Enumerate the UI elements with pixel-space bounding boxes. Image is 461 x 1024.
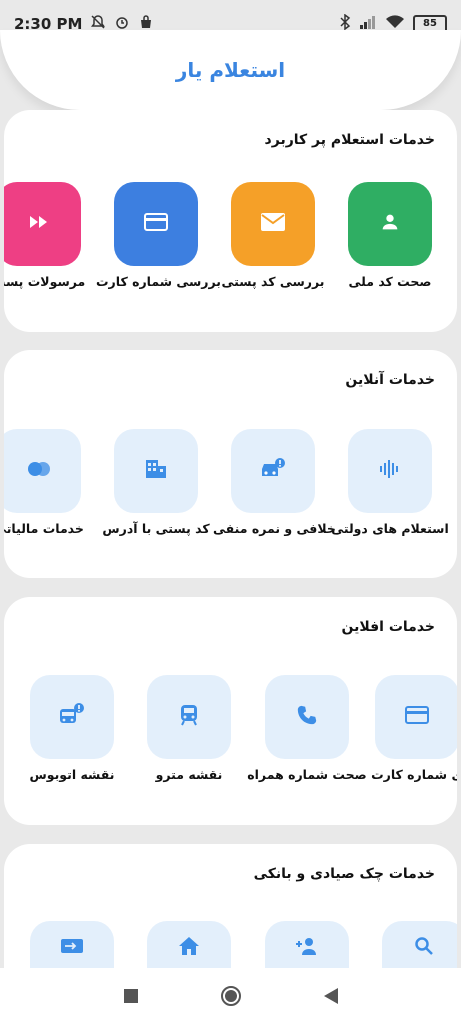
tile-post-parcels[interactable]: مرسولات پست — [4, 182, 99, 289]
tile-national-code[interactable]: صحت کد ملی — [330, 182, 450, 289]
tile-mobile-number[interactable]: صحت شماره همراه — [247, 675, 367, 782]
ticket-icon — [60, 937, 84, 959]
home-button-icon[interactable] — [220, 985, 242, 1007]
phone-icon — [296, 704, 318, 730]
tile-card-number-offline[interactable]: ی شماره کارت — [357, 675, 457, 782]
section-title: خدمات آنلاین — [345, 372, 435, 388]
tile-icon-box — [114, 182, 198, 266]
tile-label: مرسولات پست — [4, 274, 86, 289]
tile-icon-box — [348, 429, 432, 513]
tile-bus-map[interactable]: نقشه اتوبوس — [12, 675, 132, 782]
tile-icon-box — [375, 675, 457, 759]
tile-icon-box — [231, 429, 315, 513]
person-add-icon — [294, 936, 320, 960]
tile-icon-box — [348, 182, 432, 266]
tile-traffic-fines[interactable]: خلافی و نمره منفی — [213, 429, 336, 536]
section-title: خدمات افلاین — [341, 619, 436, 635]
building-icon — [144, 458, 168, 484]
section-offline: خدمات افلاین ی شماره کارت صحت شماره همرا… — [4, 597, 457, 825]
tile-icon-box — [231, 182, 315, 266]
system-nav-bar — [0, 968, 461, 1024]
back-icon[interactable] — [323, 988, 338, 1004]
tile-icon-box — [114, 429, 198, 513]
person-icon — [379, 211, 401, 237]
section-online: خدمات آنلاین استعلام های دولتی خلافی و ن… — [4, 350, 457, 578]
tile-icon-box — [265, 675, 349, 759]
train-icon — [178, 703, 200, 731]
section-title: خدمات استعلام پر کاربرد — [264, 132, 435, 148]
tile-label: نقشه مترو — [155, 767, 223, 782]
tile-label: کد پستی با آدرس — [102, 521, 210, 536]
voice-wave-icon — [378, 458, 402, 484]
tile-label: نقشه اتوبوس — [29, 767, 115, 782]
recents-icon[interactable] — [123, 989, 138, 1003]
credit-card-icon — [404, 705, 430, 729]
credit-card-icon — [143, 212, 169, 236]
home-icon — [178, 936, 200, 960]
tile-label: بررسی کد پستی — [221, 274, 325, 289]
section-popular: خدمات استعلام پر کاربرد صحت کد ملی بررسی… — [4, 110, 457, 332]
tile-label: صحت کد ملی — [348, 274, 432, 289]
tile-label: بررسی شماره کارت — [96, 274, 221, 289]
tile-government[interactable]: استعلام های دولتی — [330, 429, 450, 536]
tile-label: استعلام های دولتی — [331, 521, 449, 536]
envelope-icon — [260, 212, 286, 236]
tile-postal-by-address[interactable]: کد پستی با آدرس — [96, 429, 216, 536]
tile-tax-services[interactable]: خدمات مالیاتی — [4, 429, 99, 536]
bus-alert-icon — [58, 702, 86, 732]
tile-label: خلافی و نمره منفی — [213, 521, 336, 536]
app-title: استعلام یار — [175, 58, 286, 82]
search-icon — [414, 936, 434, 960]
section-title: خدمات چک صیادی و بانکی — [253, 866, 435, 882]
tile-label: خدمات مالیاتی — [4, 521, 84, 536]
circles-icon — [25, 459, 53, 483]
tile-icon-box — [4, 429, 81, 513]
tile-postal-code[interactable]: بررسی کد پستی — [213, 182, 333, 289]
tile-icon-box — [30, 675, 114, 759]
tile-label: ی شماره کارت — [371, 767, 457, 782]
tile-card-number[interactable]: بررسی شماره کارت — [96, 182, 221, 289]
fast-forward-icon — [28, 214, 50, 234]
tile-metro-map[interactable]: نقشه مترو — [129, 675, 249, 782]
car-alert-icon — [259, 457, 287, 485]
tile-icon-box — [4, 182, 81, 266]
tile-icon-box — [147, 675, 231, 759]
app-header: استعلام یار — [0, 30, 461, 110]
tile-label: صحت شماره همراه — [247, 767, 367, 782]
